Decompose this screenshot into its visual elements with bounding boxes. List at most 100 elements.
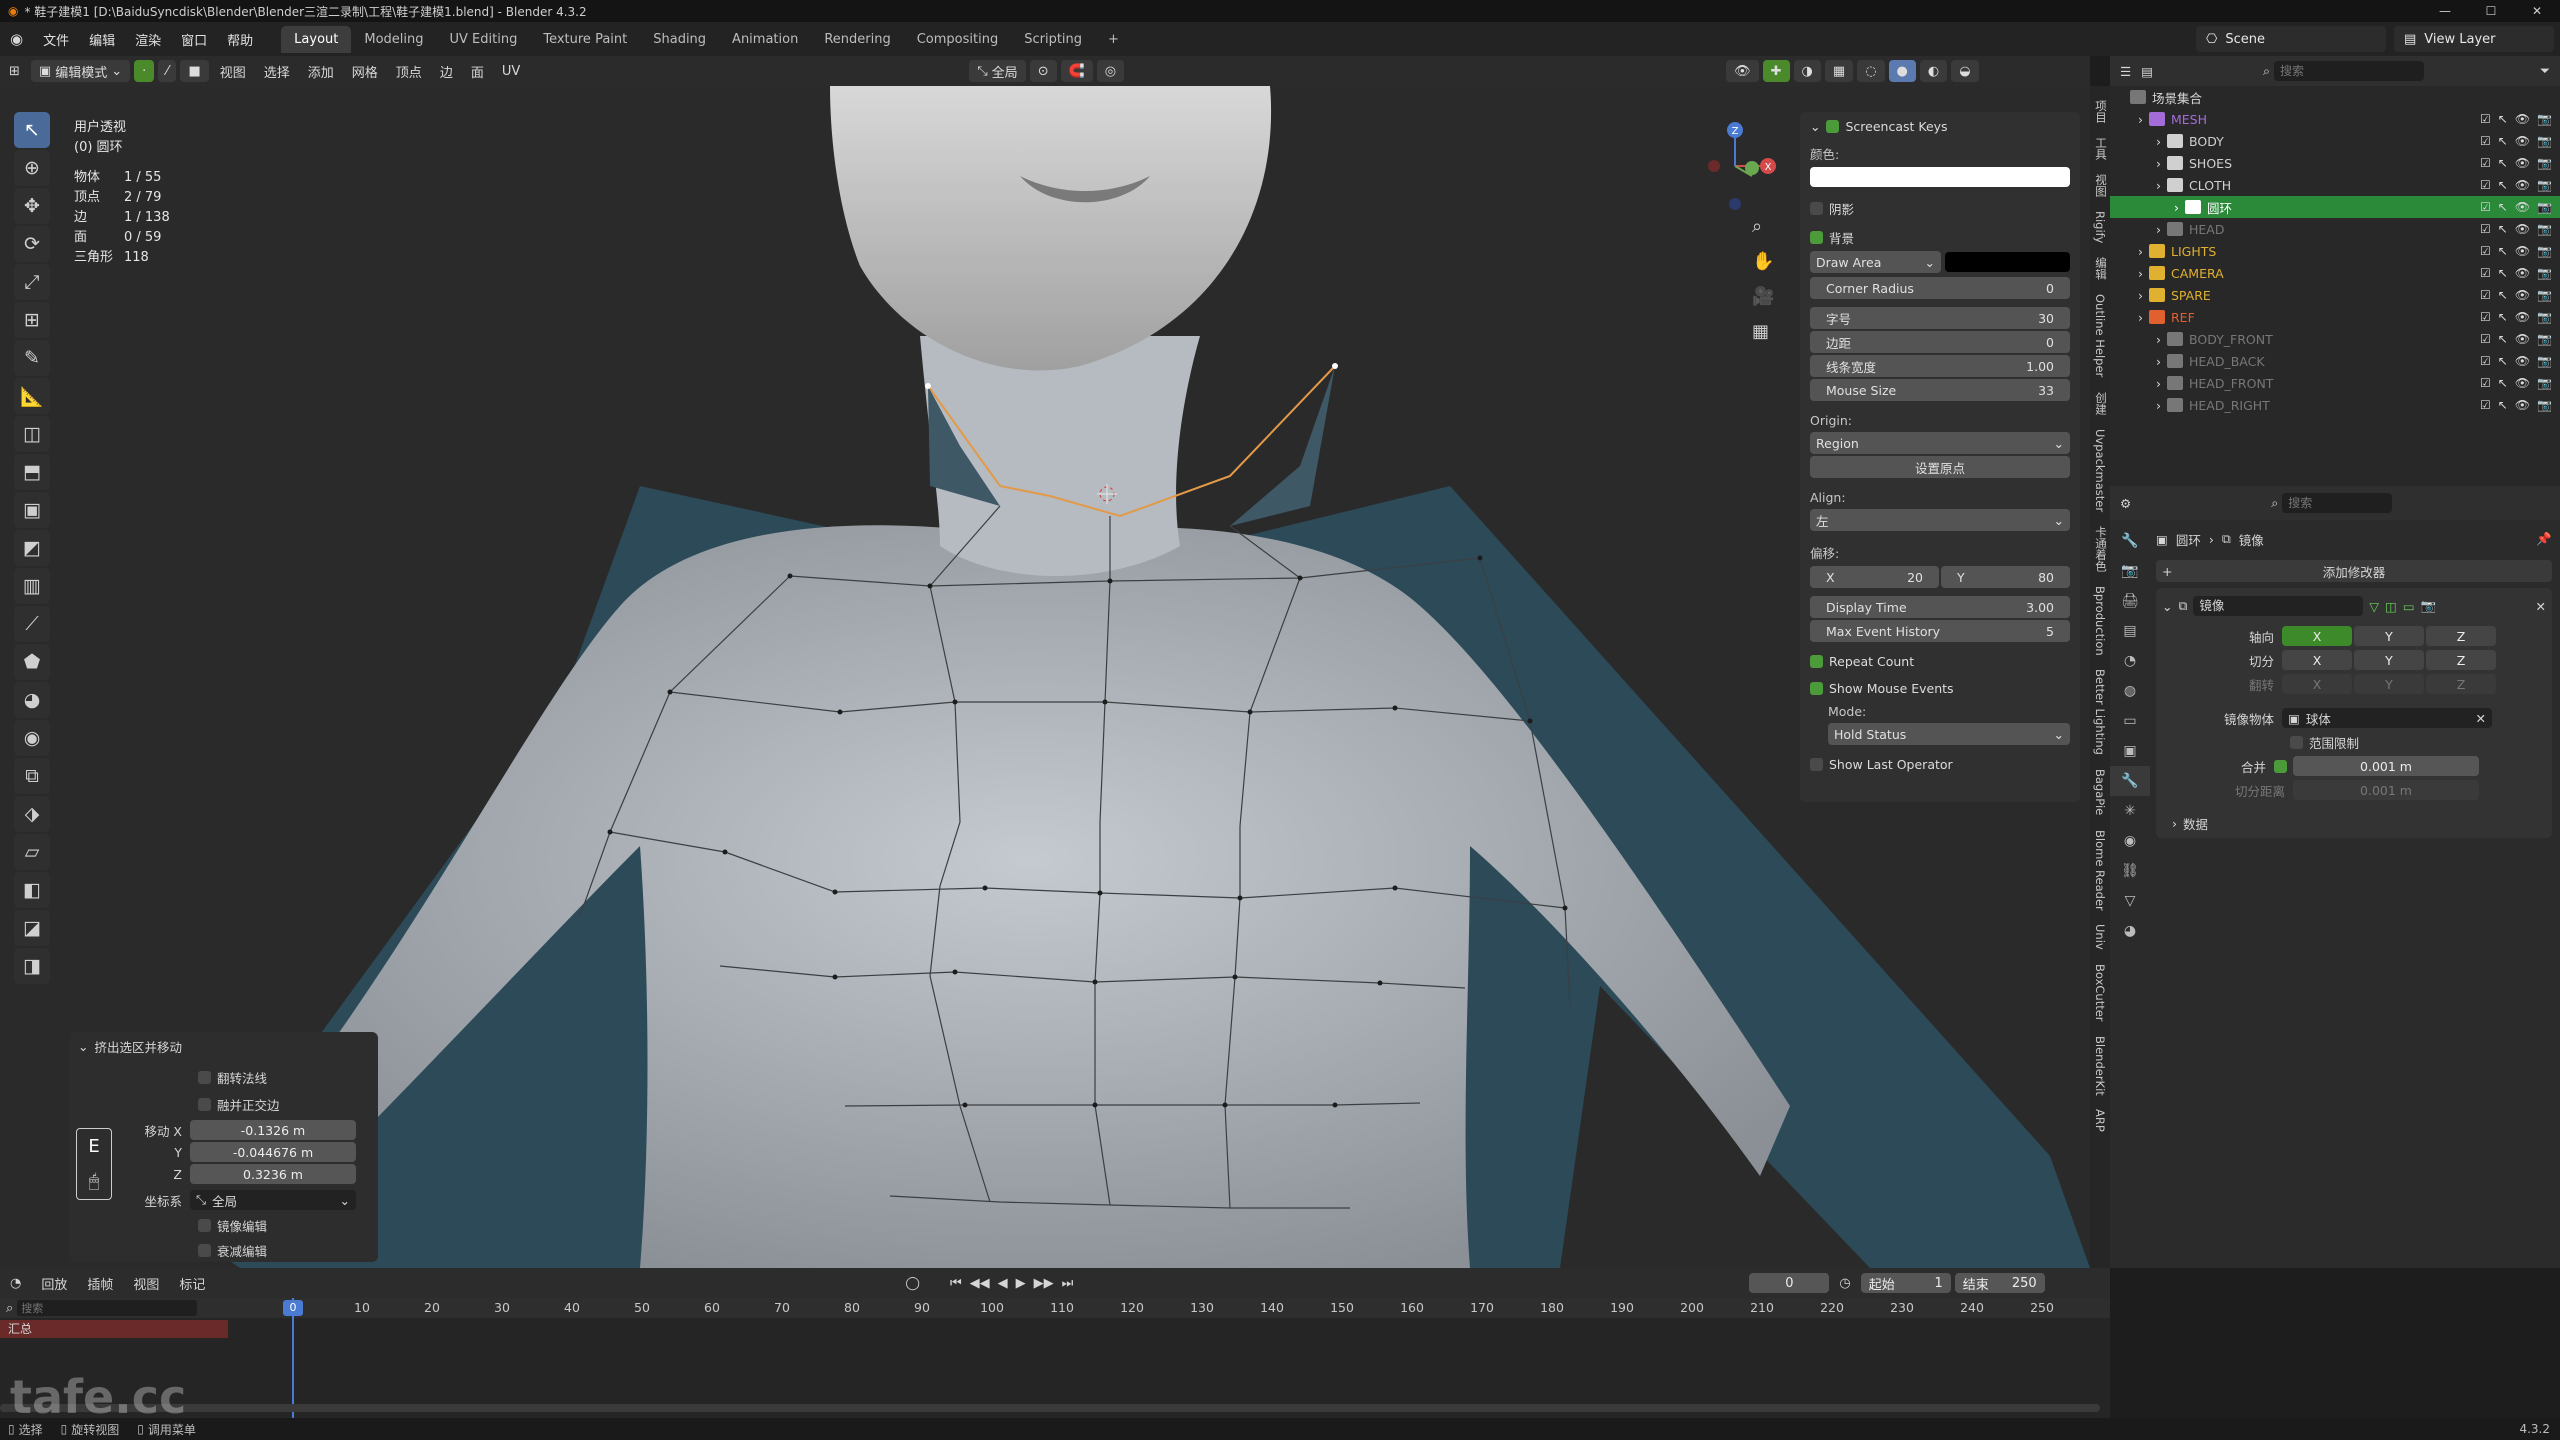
extrude-tool[interactable]: ⬒ xyxy=(14,454,50,490)
chevron-right-icon[interactable]: › xyxy=(2138,244,2143,259)
menu-add[interactable]: 添加 xyxy=(299,62,343,81)
extra-tool-1[interactable]: ◪ xyxy=(14,910,50,946)
outliner-row[interactable]: › HEAD ☑ ↖ 👁 📷 xyxy=(2110,218,2560,240)
loop-cut-tool[interactable]: ▥ xyxy=(14,568,50,604)
tab-compositing[interactable]: Compositing xyxy=(904,26,1012,53)
inset-tool[interactable]: ▣ xyxy=(14,492,50,528)
view-layer-selector[interactable]: ▤ View Layer xyxy=(2394,26,2554,52)
mirror-object-field[interactable]: ▣ 球体 ✕ xyxy=(2282,708,2492,728)
close-button[interactable]: ✕ xyxy=(2514,0,2560,22)
chevron-right-icon[interactable]: › xyxy=(2156,178,2161,193)
selectable-icon[interactable]: ↖ xyxy=(2498,332,2508,346)
blender-menu-icon[interactable]: ◉ xyxy=(0,30,33,48)
camera-icon[interactable]: 📷 xyxy=(2537,332,2552,346)
bisect-distance-field[interactable]: 0.001 m xyxy=(2293,780,2479,800)
chevron-right-icon[interactable]: › xyxy=(2138,266,2143,281)
menu-playback[interactable]: 回放 xyxy=(31,1274,77,1293)
rotate-tool[interactable]: ⟳ xyxy=(14,226,50,262)
flip-y-toggle[interactable]: Y xyxy=(2354,674,2424,694)
show-last-op-checkbox[interactable] xyxy=(1810,758,1823,771)
outliner-row[interactable]: › MESH ☑ ↖ 👁 📷 xyxy=(2110,108,2560,130)
viewport-toggle-icon[interactable]: ▭ xyxy=(2403,599,2415,614)
camera-icon[interactable]: 📷 xyxy=(2537,376,2552,390)
chevron-right-icon[interactable]: › xyxy=(2156,156,2161,171)
selectable-icon[interactable]: ↖ xyxy=(2498,244,2508,258)
play-icon[interactable]: ▶ xyxy=(1016,1276,1026,1291)
visibility-toggles[interactable]: ☑ ↖ 👁 📷 xyxy=(2480,266,2552,280)
visibility-button[interactable]: 👁 xyxy=(1726,60,1759,82)
shear-tool[interactable]: ▱ xyxy=(14,834,50,870)
start-frame-field[interactable]: 起始 1 xyxy=(1860,1273,1951,1293)
chevron-right-icon[interactable]: › xyxy=(2156,134,2161,149)
mouse-mode-dropdown[interactable]: Hold Status ⌄ xyxy=(1828,723,2070,745)
menu-view[interactable]: 视图 xyxy=(211,62,255,81)
outliner-row[interactable]: › LIGHTS ☑ ↖ 👁 📷 xyxy=(2110,240,2560,262)
edge-slide-tool[interactable]: ⧉ xyxy=(14,758,50,794)
falloff-option[interactable]: 衰减编辑 xyxy=(198,1241,378,1260)
align-dropdown[interactable]: 左 ⌄ xyxy=(1810,509,2070,531)
exclude-checkbox-icon[interactable]: ☑ xyxy=(2480,178,2491,192)
scale-tool[interactable]: ⤢ xyxy=(14,264,50,300)
exclude-checkbox-icon[interactable]: ☑ xyxy=(2480,266,2491,280)
outliner-row[interactable]: › REF ☑ ↖ 👁 📷 xyxy=(2110,306,2560,328)
move-x-field[interactable]: -0.1326 m xyxy=(190,1120,356,1140)
pin-icon[interactable]: 📌 xyxy=(2536,531,2552,547)
exclude-checkbox-icon[interactable]: ☑ xyxy=(2480,332,2491,346)
max-history-field[interactable]: Max Event History 5 xyxy=(1810,620,2070,642)
visibility-toggles[interactable]: ☑ ↖ 👁 📷 xyxy=(2480,398,2552,412)
outliner-row[interactable]: › SHOES ☑ ↖ 👁 📷 xyxy=(2110,152,2560,174)
menu-mesh[interactable]: 网格 xyxy=(343,62,387,81)
exclude-checkbox-icon[interactable]: ☑ xyxy=(2480,244,2491,258)
selectable-icon[interactable]: ↖ xyxy=(2498,266,2508,280)
ntab-view[interactable]: 视图 xyxy=(2093,174,2109,197)
eye-icon[interactable]: 👁 xyxy=(2515,376,2530,390)
outliner-row[interactable]: 场景集合 xyxy=(2110,86,2560,108)
bevel-tool[interactable]: ◩ xyxy=(14,530,50,566)
bisect-x-toggle[interactable]: X xyxy=(2282,650,2352,670)
modifier-tab-icon[interactable]: 🔧 xyxy=(2110,766,2150,796)
cage-toggle-icon[interactable]: ◫ xyxy=(2385,599,2397,614)
add-modifier-button[interactable]: + 添加修改器 xyxy=(2156,560,2552,582)
offset-y-field[interactable]: Y 80 xyxy=(1941,566,2070,588)
chevron-right-icon[interactable]: › xyxy=(2156,354,2161,369)
selectable-icon[interactable]: ↖ xyxy=(2498,398,2508,412)
set-origin-button[interactable]: 设置原点 xyxy=(1810,456,2070,478)
visibility-toggles[interactable]: ☑ ↖ 👁 📷 xyxy=(2480,178,2552,192)
collection-tab-icon[interactable]: ▭ xyxy=(2110,706,2150,736)
ntab-edit[interactable]: 编辑 xyxy=(2093,257,2109,280)
filter-icon[interactable]: ⏷ xyxy=(2540,63,2550,79)
eye-icon[interactable]: 👁 xyxy=(2515,288,2530,302)
mouse-size-field[interactable]: Mouse Size 33 xyxy=(1810,379,2070,401)
pan-hand-icon[interactable]: ✋ xyxy=(1752,251,1774,272)
prev-keyframe-icon[interactable]: ◀◀ xyxy=(970,1276,990,1291)
eye-icon[interactable]: 👁 xyxy=(2515,178,2530,192)
transform-tool[interactable]: ⊞ xyxy=(14,302,50,338)
visibility-toggles[interactable]: ☑ ↖ 👁 📷 xyxy=(2480,310,2552,324)
record-icon[interactable]: ◯ xyxy=(905,1276,920,1291)
editor-type-icon[interactable]: ⊞ xyxy=(0,64,29,79)
shadow-checkbox[interactable] xyxy=(1810,202,1823,215)
gizmo-button[interactable]: ✚ xyxy=(1762,60,1790,82)
ntab-rigify[interactable]: Rigify xyxy=(2093,211,2107,243)
camera-icon[interactable]: 📷 xyxy=(2537,222,2552,236)
extra-tool-2[interactable]: ◨ xyxy=(14,948,50,984)
camera-icon[interactable]: 📷 xyxy=(2537,266,2552,280)
gizmo-neg-x[interactable] xyxy=(1708,160,1720,172)
menu-edge[interactable]: 边 xyxy=(431,62,462,81)
eye-icon[interactable]: 👁 xyxy=(2515,398,2530,412)
transform-orientation-selector[interactable]: ⤡ 全局 xyxy=(969,60,1026,82)
camera-icon[interactable]: 📷 xyxy=(2537,288,2552,302)
outliner-row[interactable]: › HEAD_RIGHT ☑ ↖ 👁 📷 xyxy=(2110,394,2560,416)
chevron-right-icon[interactable]: › xyxy=(2156,332,2161,347)
chevron-right-icon[interactable]: › xyxy=(2174,200,2179,215)
properties-search-input[interactable] xyxy=(2282,493,2393,513)
menu-window[interactable]: 窗口 xyxy=(171,30,217,49)
summary-channel[interactable]: 汇总 xyxy=(0,1320,228,1338)
flip-normals-checkbox[interactable] xyxy=(198,1071,211,1084)
chevron-right-icon[interactable]: › xyxy=(2138,310,2143,325)
outliner-row[interactable]: › CAMERA ☑ ↖ 👁 📷 xyxy=(2110,262,2560,284)
ntab-bproduction[interactable]: Bproduction xyxy=(2093,586,2107,656)
chevron-right-icon[interactable]: › xyxy=(2156,222,2161,237)
selectable-icon[interactable]: ↖ xyxy=(2498,178,2508,192)
merge-checkbox[interactable] xyxy=(2274,759,2287,773)
